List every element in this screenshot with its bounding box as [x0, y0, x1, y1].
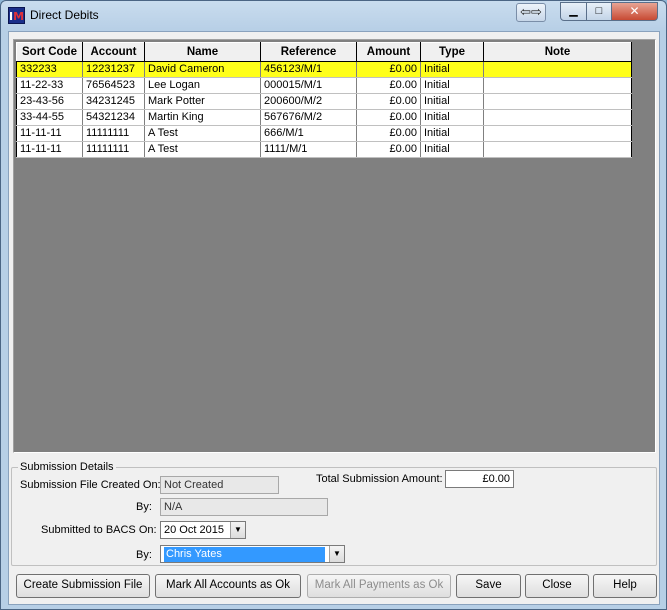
table-row[interactable]: 23-43-56 34231245 Mark Potter 200600/M/2…: [16, 93, 632, 110]
submitted-by-select[interactable]: Chris Yates ▼: [160, 545, 345, 563]
cell-name[interactable]: A Test: [144, 141, 261, 158]
column-header-note[interactable]: Note: [483, 42, 632, 62]
cell-name[interactable]: A Test: [144, 125, 261, 142]
cell-reference[interactable]: 200600/M/2: [260, 93, 357, 110]
cell-name[interactable]: Mark Potter: [144, 93, 261, 110]
help-button[interactable]: Help: [593, 574, 657, 598]
cell-name[interactable]: Martin King: [144, 109, 261, 126]
cell-type[interactable]: Initial: [420, 125, 484, 142]
column-header-account[interactable]: Account: [82, 42, 145, 62]
cell-amount[interactable]: £0.00: [356, 77, 421, 94]
submitted-by-label: By:: [136, 549, 152, 561]
debits-grid-area[interactable]: Sort Code Account Name Reference Amount …: [13, 39, 656, 453]
close-window-button[interactable]: ✕: [611, 2, 658, 21]
table-row[interactable]: 11-22-33 76564523 Lee Logan 000015/M/1 £…: [16, 77, 632, 94]
created-by-label: By:: [136, 501, 152, 513]
file-created-label: Submission File Created On:: [20, 479, 161, 491]
chevron-down-icon[interactable]: ▼: [329, 546, 344, 562]
table-row[interactable]: 332233 12231237 David Cameron 456123/M/1…: [16, 61, 632, 78]
cell-type[interactable]: Initial: [420, 77, 484, 94]
cell-account[interactable]: 11111111: [82, 125, 145, 142]
maximize-button[interactable]: □: [586, 2, 612, 21]
cell-account[interactable]: 12231237: [82, 61, 145, 78]
cell-type[interactable]: Initial: [420, 141, 484, 158]
cell-reference[interactable]: 456123/M/1: [260, 61, 357, 78]
cell-note[interactable]: [483, 77, 632, 94]
column-header-type[interactable]: Type: [420, 42, 484, 62]
cell-amount[interactable]: £0.00: [356, 141, 421, 158]
cell-type[interactable]: Initial: [420, 61, 484, 78]
column-header-reference[interactable]: Reference: [260, 42, 357, 62]
cell-amount[interactable]: £0.00: [356, 125, 421, 142]
client-area: Sort Code Account Name Reference Amount …: [8, 31, 660, 605]
cell-account[interactable]: 54321234: [82, 109, 145, 126]
table-row[interactable]: 11-11-11 11111111 A Test 666/M/1 £0.00 I…: [16, 125, 632, 142]
cell-account[interactable]: 76564523: [82, 77, 145, 94]
direct-debits-window: IM Direct Debits ⇦⇨ ▁ □ ✕ Sort Code Acco…: [0, 0, 667, 610]
cell-note[interactable]: [483, 109, 632, 126]
mark-all-accounts-ok-button[interactable]: Mark All Accounts as Ok: [155, 574, 301, 598]
created-by-field: N/A: [160, 498, 328, 516]
cell-reference[interactable]: 666/M/1: [260, 125, 357, 142]
swap-arrows-icon[interactable]: ⇦⇨: [516, 3, 546, 22]
submission-details-legend: Submission Details: [20, 461, 114, 473]
cell-sort-code[interactable]: 33-44-55: [16, 109, 83, 126]
cell-sort-code[interactable]: 11-22-33: [16, 77, 83, 94]
cell-sort-code[interactable]: 332233: [16, 61, 83, 78]
submitted-date-picker[interactable]: 20 Oct 2015 ▼: [160, 521, 246, 539]
table-row[interactable]: 33-44-55 54321234 Martin King 567676/M/2…: [16, 109, 632, 126]
cell-note[interactable]: [483, 93, 632, 110]
debits-grid[interactable]: Sort Code Account Name Reference Amount …: [16, 42, 632, 158]
column-header-name[interactable]: Name: [144, 42, 261, 62]
cell-sort-code[interactable]: 11-11-11: [16, 141, 83, 158]
cell-reference[interactable]: 000015/M/1: [260, 77, 357, 94]
chevron-down-icon[interactable]: ▼: [230, 522, 245, 538]
cell-account[interactable]: 34231245: [82, 93, 145, 110]
cell-reference[interactable]: 1111/M/1: [260, 141, 357, 158]
submitted-date-value: 20 Oct 2015: [164, 524, 224, 536]
window-title: Direct Debits: [30, 8, 99, 22]
submitted-on-label: Submitted to BACS On:: [41, 524, 157, 536]
save-button[interactable]: Save: [456, 574, 521, 598]
cell-type[interactable]: Initial: [420, 109, 484, 126]
cell-note[interactable]: [483, 125, 632, 142]
cell-account[interactable]: 11111111: [82, 141, 145, 158]
grid-header-row: Sort Code Account Name Reference Amount …: [16, 42, 632, 62]
table-row[interactable]: 11-11-11 11111111 A Test 1111/M/1 £0.00 …: [16, 141, 632, 158]
total-amount-label: Total Submission Amount:: [316, 473, 443, 485]
cell-amount[interactable]: £0.00: [356, 93, 421, 110]
column-header-sort-code[interactable]: Sort Code: [16, 42, 83, 62]
close-button[interactable]: Close: [525, 574, 589, 598]
file-created-field: Not Created: [160, 476, 279, 494]
total-amount-field[interactable]: £0.00: [445, 470, 514, 488]
mark-all-payments-ok-button[interactable]: Mark All Payments as Ok: [307, 574, 451, 598]
cell-type[interactable]: Initial: [420, 93, 484, 110]
create-submission-file-button[interactable]: Create Submission File: [16, 574, 150, 598]
submitted-by-value: Chris Yates: [164, 547, 325, 562]
cell-sort-code[interactable]: 23-43-56: [16, 93, 83, 110]
column-header-amount[interactable]: Amount: [356, 42, 421, 62]
cell-amount[interactable]: £0.00: [356, 61, 421, 78]
cell-name[interactable]: David Cameron: [144, 61, 261, 78]
cell-reference[interactable]: 567676/M/2: [260, 109, 357, 126]
cell-amount[interactable]: £0.00: [356, 109, 421, 126]
title-bar[interactable]: IM Direct Debits ⇦⇨ ▁ □ ✕: [1, 1, 666, 29]
cell-note[interactable]: [483, 141, 632, 158]
cell-name[interactable]: Lee Logan: [144, 77, 261, 94]
minimize-button[interactable]: ▁: [560, 2, 587, 21]
app-icon[interactable]: IM: [8, 7, 25, 24]
cell-note[interactable]: [483, 61, 632, 78]
cell-sort-code[interactable]: 11-11-11: [16, 125, 83, 142]
